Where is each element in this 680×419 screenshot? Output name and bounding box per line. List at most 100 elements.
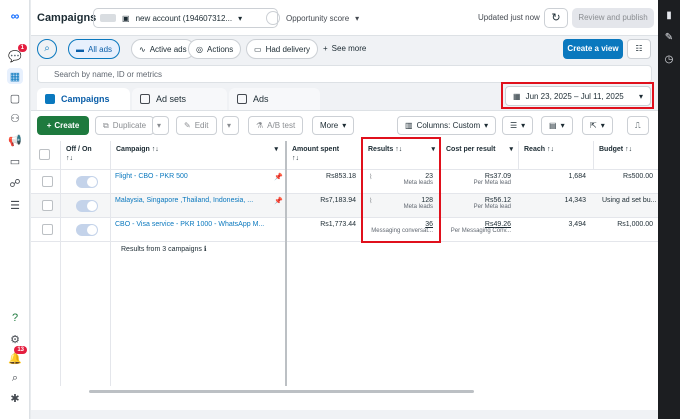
budget-value: Rs500.00 — [623, 173, 653, 180]
budget-header-label: Budget — [599, 146, 624, 153]
column-divider — [285, 141, 287, 386]
horizontal-scrollbar[interactable] — [89, 390, 474, 393]
row-checkbox[interactable] — [42, 200, 53, 211]
bar-chart-icon[interactable]: ▮ — [663, 10, 675, 22]
duplicate-button[interactable]: ⧉ Duplicate — [95, 116, 155, 135]
report-icon: ▤ — [549, 121, 557, 130]
campaign-toggle[interactable] — [76, 176, 98, 188]
header-budget[interactable]: Budget ↑↓ — [593, 141, 658, 169]
campaign-toggle[interactable] — [76, 200, 98, 212]
copy-icon: ⧉ — [103, 120, 109, 130]
header-reach[interactable]: Reach ↑↓ — [518, 141, 593, 169]
breakdown-icon: ☰ — [510, 121, 518, 130]
filter-actions[interactable]: ◎ Actions — [188, 39, 242, 59]
header-select — [31, 141, 60, 169]
campaign-name[interactable]: CBO - Visa service - PKR 1000 - WhatsApp… — [110, 218, 280, 242]
pages-icon[interactable]: ▢ — [7, 90, 23, 106]
cost-value: Rs37.09 — [484, 173, 511, 180]
more-button[interactable]: More ▾ — [312, 116, 355, 135]
header-campaign[interactable]: Campaign ↑↓ ▾ — [110, 141, 283, 169]
reports-button[interactable]: ▤ ▾ — [541, 116, 573, 135]
alerts-bell-icon[interactable]: 🔔 13 — [7, 346, 27, 366]
campaign-name[interactable]: Flight - CBO - PKR 500 — [110, 170, 270, 194]
amount-header-label: Amount spent — [292, 146, 340, 153]
cost-value[interactable]: Rs49.26 — [445, 221, 511, 228]
tab-ad-sets[interactable]: Ad sets — [132, 88, 227, 110]
pencil-icon: ✎ — [184, 121, 191, 130]
meta-logo-icon[interactable]: ∞ — [7, 8, 23, 24]
campaigns-grid-icon[interactable]: ▦ — [7, 68, 23, 84]
row-checkbox-cell — [37, 218, 58, 242]
caret-down-icon: ▾ — [638, 91, 643, 101]
row-checkbox[interactable] — [42, 176, 53, 187]
menu-icon[interactable]: ☰ — [7, 197, 23, 213]
header-off-on[interactable]: Off / On ↑↓ — [60, 141, 110, 169]
megaphone-icon[interactable]: 📢 — [7, 132, 23, 148]
create-view-button[interactable]: Create a view — [563, 39, 623, 59]
columns-button[interactable]: ▥ Columns: Custom ▾ — [397, 116, 497, 135]
campaign-toggle[interactable] — [76, 224, 98, 236]
breakdown-button[interactable]: ☰ ▾ — [502, 116, 534, 135]
help-icon[interactable]: ? — [7, 310, 23, 326]
campaign-name[interactable]: Malaysia, Singapore ,Thailand, Indonesia… — [110, 194, 270, 218]
results-value[interactable]: 36 — [367, 221, 433, 228]
edit-dropdown[interactable]: ▾ — [222, 116, 239, 135]
pencil-icon[interactable]: ✎ — [663, 32, 675, 44]
filter-all-ads[interactable]: ▬ All ads — [68, 39, 121, 59]
updated-status: Updated just now — [478, 13, 540, 22]
bug-report-icon[interactable]: ✱ — [7, 390, 23, 406]
results-sub: Meta leads — [403, 204, 433, 210]
billing-icon[interactable]: ▭ — [7, 153, 23, 169]
caret-down-icon: ▾ — [342, 121, 347, 130]
see-more-button[interactable]: + See more — [323, 44, 366, 53]
history-icon[interactable]: ◷ — [663, 54, 675, 66]
table-row[interactable]: Flight - CBO - PKR 500 📌 Rs853.18 ⌇ 23 Me… — [31, 169, 658, 193]
tune-settings-icon[interactable]: ☷ — [627, 39, 651, 59]
export-button[interactable]: ⇱ ▾ — [582, 116, 613, 135]
reach-value: 14,343 — [564, 197, 586, 204]
select-all-checkbox[interactable] — [39, 149, 50, 160]
search-icon[interactable]: ⌕ — [7, 370, 23, 386]
date-range-label: Jun 23, 2025 – Jul 11, 2025 — [525, 91, 624, 101]
budget-value: Using ad set bu... — [602, 197, 657, 204]
table-row[interactable]: CBO - Visa service - PKR 1000 - WhatsApp… — [31, 217, 658, 241]
duplicate-label: Duplicate — [112, 121, 147, 130]
search-input[interactable]: Search by name, ID or metrics — [37, 65, 652, 83]
header-cost-per-result[interactable]: Cost per result ▾ — [440, 141, 518, 169]
ab-test-button[interactable]: ⚗ A/B test — [248, 116, 304, 135]
notifications-icon[interactable]: 💬 1 — [7, 44, 27, 64]
tab-campaigns[interactable]: Campaigns — [37, 88, 130, 110]
header-results[interactable]: Results ↑↓ ▾ — [362, 141, 440, 169]
date-range-picker[interactable]: ▦ Jun 23, 2025 – Jul 11, 2025 ▾ — [505, 86, 651, 106]
account-selector[interactable]: ▣ new account (194607312... ▾ — [93, 8, 278, 28]
cost-sub: Per Messaging Conv... — [450, 228, 511, 234]
create-button[interactable]: + Create — [37, 116, 89, 135]
edit-button[interactable]: ✎ Edit — [176, 116, 217, 135]
right-sidebar: ▮ ✎ ◷ — [658, 0, 680, 419]
search-toggle-icon[interactable]: ⌕ — [37, 39, 57, 59]
info-icon[interactable]: ℹ — [204, 246, 207, 253]
header-amount-spent[interactable]: Amount spent ↑↓ — [285, 141, 361, 169]
filter-active-ads[interactable]: ∿ Active ads — [131, 39, 195, 59]
settings-gear-icon[interactable]: ⚙ — [7, 331, 23, 347]
opportunity-label: Opportunity score — [286, 13, 350, 23]
row-checkbox[interactable] — [42, 224, 53, 235]
column-divider — [110, 141, 111, 386]
duplicate-dropdown[interactable]: ▾ — [152, 116, 169, 135]
people-icon[interactable]: ☍ — [7, 175, 23, 191]
sort-icon: ↑↓ — [395, 146, 403, 153]
chart-button[interactable]: ⎍ — [627, 116, 649, 135]
table-row[interactable]: Malaysia, Singapore ,Thailand, Indonesia… — [31, 193, 658, 217]
tab-ads[interactable]: Ads — [229, 88, 320, 110]
filter-had-delivery[interactable]: ▭ Had delivery — [246, 39, 319, 59]
refresh-button[interactable]: ↻ — [544, 8, 568, 28]
account-type-icon: ▣ — [122, 13, 130, 23]
audience-icon[interactable]: ⚇ — [7, 110, 23, 126]
caret-down-icon: ▾ — [227, 121, 232, 130]
results-cell: 36 Messaging conversat... — [362, 218, 438, 242]
results-header-label: Results — [368, 146, 394, 153]
sort-icon: ↑↓ — [292, 155, 299, 162]
opportunity-score[interactable]: Opportunity score ▾ — [266, 8, 359, 28]
table-actions: + Create ⧉ Duplicate ▾ ✎ Edit ▾ ⚗ A/B test M… — [31, 111, 658, 139]
review-publish-button[interactable]: Review and publish — [572, 8, 654, 28]
